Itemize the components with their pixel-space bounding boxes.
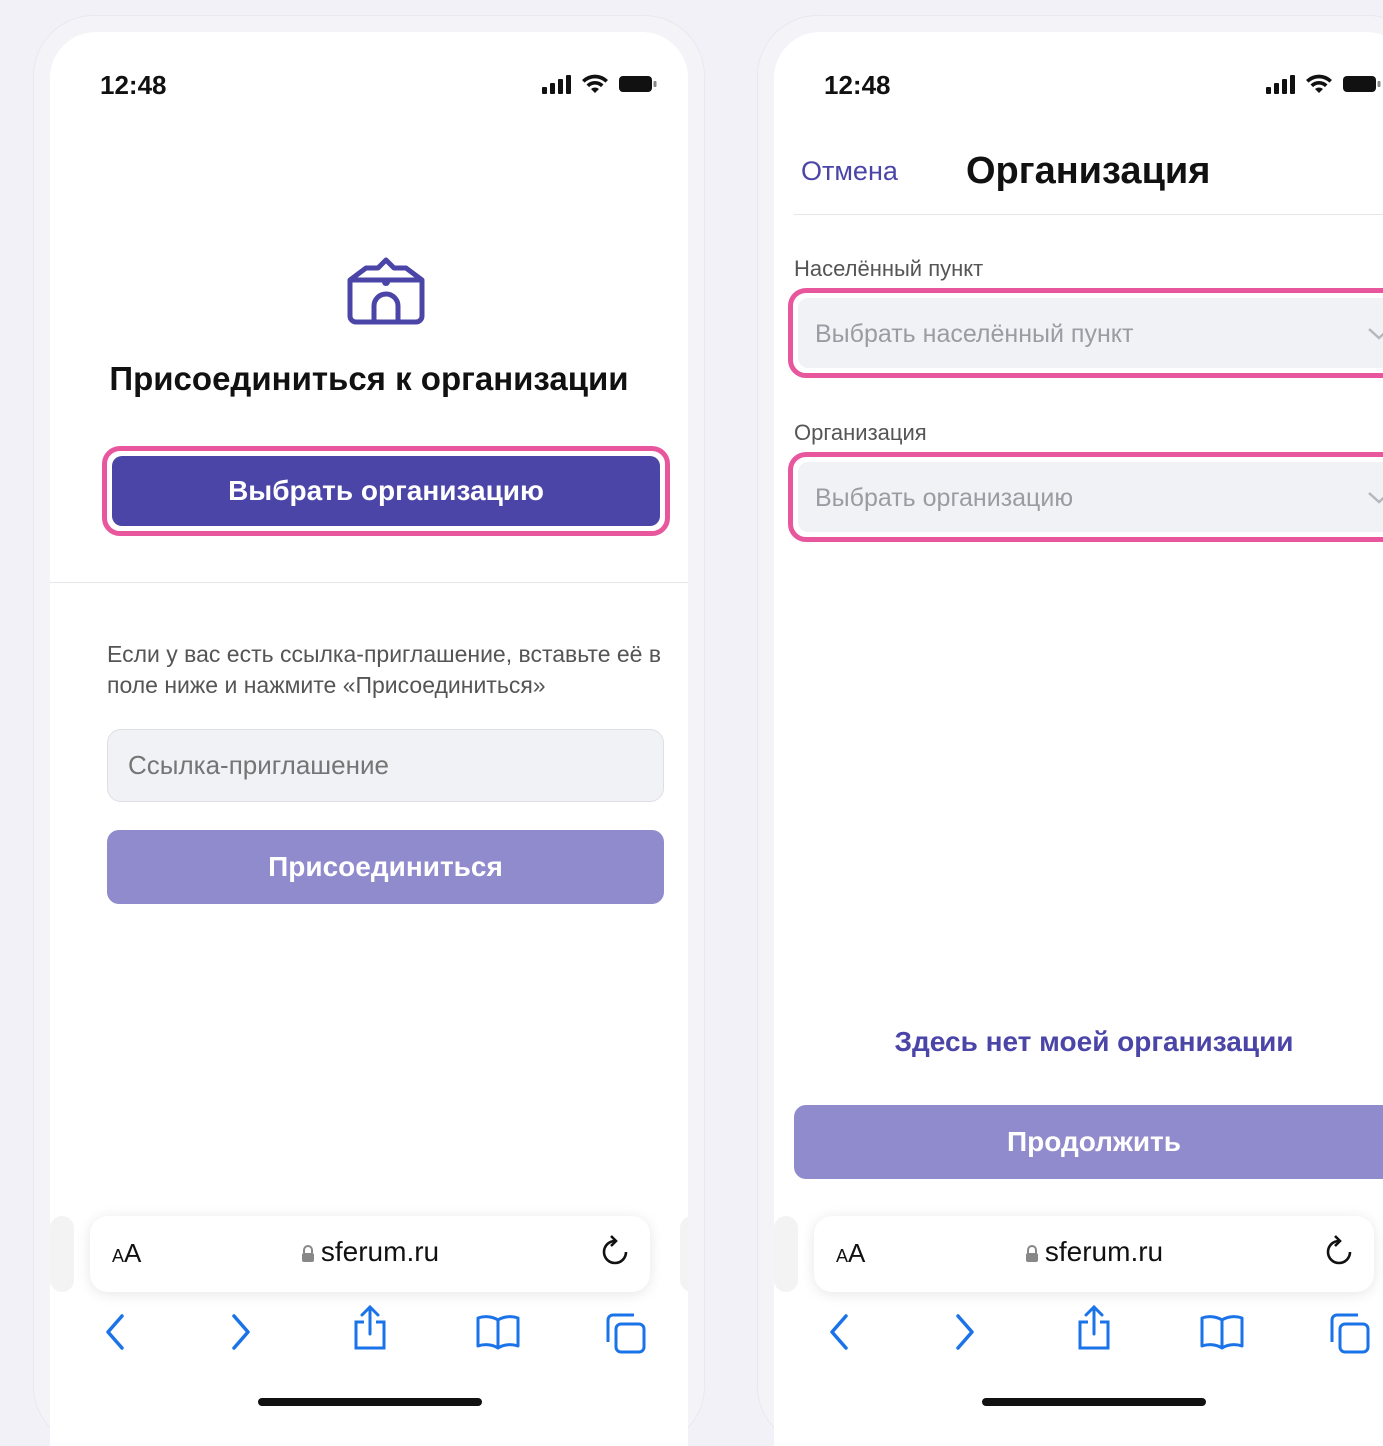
battery-icon [1343,76,1381,92]
chevron-down-icon [1368,492,1383,504]
tabs-icon[interactable] [604,1312,648,1354]
status-icons [542,74,658,94]
header-divider [794,214,1383,215]
home-indicator [982,1398,1206,1406]
cancel-button[interactable]: Отмена [801,156,898,187]
back-chevron-icon[interactable] [100,1312,130,1352]
phone-screen-right: 12:48 Отмена Организация Населённый пунк… [774,32,1383,1446]
forward-chevron-icon[interactable] [950,1312,980,1352]
status-time: 12:48 [824,70,891,100]
safari-tab-peek-left [50,1216,74,1292]
back-chevron-icon[interactable] [824,1312,854,1352]
home-indicator [258,1398,482,1406]
status-time: 12:48 [100,70,167,100]
cellular-signal-icon [1266,75,1295,94]
bookmarks-icon[interactable] [474,1312,522,1352]
city-select-placeholder: Выбрать населённый пункт [815,320,1134,348]
bookmarks-icon[interactable] [1198,1312,1246,1352]
no-organization-link[interactable]: Здесь нет моей организации [794,1026,1383,1058]
city-label: Населённый пункт [794,256,984,281]
invite-hint: Если у вас есть ссылка-приглашение, вста… [107,641,662,698]
lock-icon [1025,1244,1038,1262]
organization-label: Организация [794,420,927,445]
page-title: Организация [966,150,1211,192]
organization-building-icon [347,257,425,325]
cellular-signal-icon [542,75,571,94]
address-url[interactable]: sferum.ru [814,1236,1374,1268]
safari-address-bar[interactable]: AA sferum.ru [814,1216,1374,1292]
select-organization-button[interactable]: Выбрать организацию [112,456,660,526]
safari-tab-peek-left [774,1216,798,1292]
wifi-icon [582,74,608,93]
share-icon[interactable] [1074,1304,1114,1352]
organization-select-placeholder: Выбрать организацию [815,484,1074,512]
tabs-icon[interactable] [1328,1312,1372,1354]
address-url[interactable]: sferum.ru [90,1236,650,1268]
join-button[interactable]: Присоединиться [107,830,664,904]
battery-icon [619,76,657,92]
phone-frame-left: 12:48 Присоединиться к организации Выбра… [34,16,704,1446]
share-icon[interactable] [350,1304,390,1352]
chevron-down-icon [1368,328,1383,340]
continue-button[interactable]: Продолжить [794,1105,1383,1179]
forward-chevron-icon[interactable] [226,1312,256,1352]
reload-icon[interactable] [600,1234,630,1268]
phone-screen-left: 12:48 Присоединиться к организации Выбра… [50,32,688,1446]
organization-select[interactable]: Выбрать организацию [798,462,1383,532]
wifi-icon [1306,74,1332,93]
lock-icon [301,1244,314,1262]
page-title: Присоединиться к организации [109,360,629,397]
status-icons [1266,74,1382,94]
divider [50,582,688,583]
reload-icon[interactable] [1324,1234,1354,1268]
safari-address-bar[interactable]: AA sferum.ru [90,1216,650,1292]
safari-tab-peek-right [680,1216,688,1292]
invite-link-input[interactable] [107,729,664,802]
city-select[interactable]: Выбрать населённый пункт [798,298,1383,368]
phone-frame-right: 12:48 Отмена Организация Населённый пунк… [758,16,1383,1446]
